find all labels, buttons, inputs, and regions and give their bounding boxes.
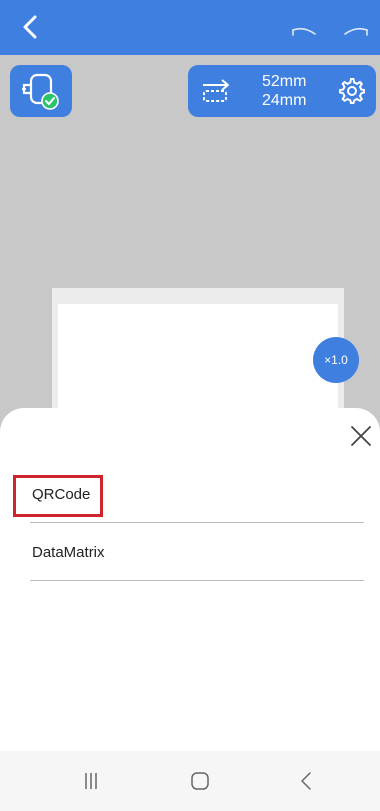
toolbar: 52mm 24mm (0, 55, 380, 125)
label-size-button[interactable]: 52mm 24mm (188, 65, 376, 117)
recents-icon[interactable] (84, 772, 98, 790)
label-dimensions: 52mm 24mm (262, 72, 306, 110)
highlight-box (13, 475, 103, 517)
system-nav-bar (0, 751, 380, 811)
gear-icon (339, 78, 365, 104)
close-icon[interactable] (350, 425, 372, 447)
label-height: 24mm (262, 92, 307, 109)
redo-icon[interactable] (342, 26, 370, 40)
swap-size-icon (203, 79, 229, 102)
option-datamatrix[interactable]: DataMatrix (30, 522, 364, 581)
zoom-button[interactable]: ×1.0 (313, 337, 359, 383)
chevron-left-icon[interactable] (18, 14, 44, 40)
top-app-bar (0, 0, 380, 55)
label-width: 52mm (262, 73, 307, 90)
option-label: DataMatrix (32, 544, 105, 561)
printer-connected-icon (22, 73, 59, 110)
home-icon[interactable] (190, 771, 210, 791)
undo-icon[interactable] (290, 26, 318, 40)
printer-button[interactable] (10, 65, 72, 117)
back-icon[interactable] (299, 771, 313, 791)
